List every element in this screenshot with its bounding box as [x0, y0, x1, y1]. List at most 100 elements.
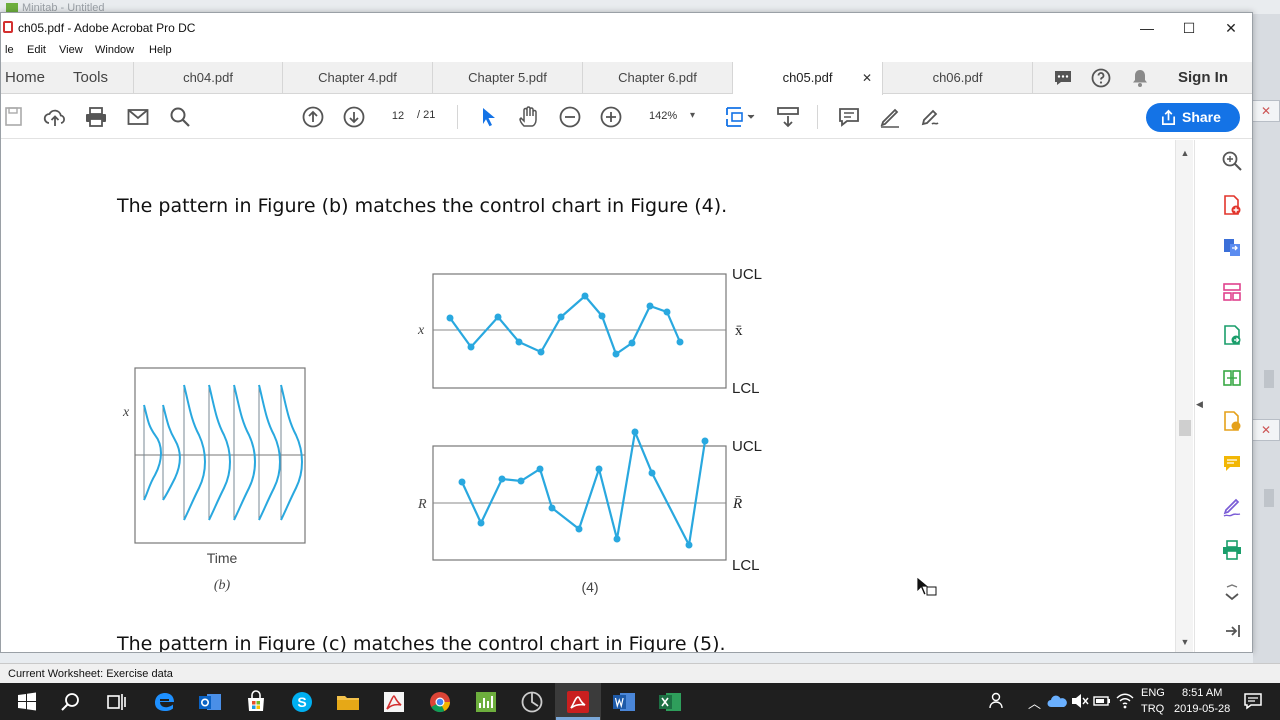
- tray-expand-icon[interactable]: ︿: [1028, 693, 1041, 712]
- tab-chapter6[interactable]: Chapter 6.pdf: [583, 62, 733, 94]
- acrobat-pro-icon[interactable]: [565, 689, 591, 715]
- document-view[interactable]: The pattern in Figure (b) matches the co…: [5, 140, 1173, 652]
- comment-tool-icon[interactable]: [1221, 453, 1243, 475]
- wifi-icon[interactable]: [1115, 692, 1135, 710]
- close-button[interactable]: ✕: [1209, 13, 1253, 43]
- edit-pdf-icon[interactable]: [1221, 324, 1243, 346]
- r-lcl-label: LCL: [732, 557, 760, 574]
- minimize-button[interactable]: —: [1125, 13, 1169, 43]
- nav-tools[interactable]: Tools: [73, 62, 108, 94]
- tab-label: Chapter 6.pdf: [618, 70, 697, 85]
- fit-page-icon[interactable]: [723, 105, 757, 129]
- background-scroll-thumb[interactable]: [1264, 489, 1274, 507]
- nav-home[interactable]: Home: [5, 62, 45, 94]
- request-signatures-icon[interactable]: [1221, 410, 1243, 432]
- chrome-icon[interactable]: [427, 689, 453, 715]
- zoom-search-icon[interactable]: [1221, 150, 1243, 172]
- skype-icon[interactable]: S: [289, 689, 315, 715]
- next-page-icon[interactable]: [342, 105, 366, 129]
- page-number-input[interactable]: 12: [383, 105, 413, 127]
- page-total: / 21: [417, 109, 436, 121]
- collapse-pane-icon[interactable]: ◀: [1196, 399, 1203, 410]
- maximize-button[interactable]: ☐: [1167, 13, 1211, 43]
- email-icon[interactable]: [126, 105, 150, 129]
- keyboard-layout[interactable]: TRQ: [1141, 703, 1164, 715]
- scroll-mode-icon[interactable]: [776, 105, 800, 129]
- notifications-icon[interactable]: [1243, 691, 1263, 711]
- background-scroll-thumb[interactable]: [1264, 370, 1274, 388]
- upload-cloud-icon[interactable]: [43, 105, 67, 129]
- tab-chapter4[interactable]: Chapter 4.pdf: [283, 62, 433, 94]
- clock-time[interactable]: 8:51 AM: [1182, 687, 1222, 699]
- file-explorer-icon[interactable]: [335, 689, 361, 715]
- battery-icon[interactable]: [1092, 692, 1112, 710]
- menu-bar: le Edit View Window Help: [1, 43, 1252, 61]
- figure-b-xlabel: Time: [207, 550, 238, 566]
- tab-ch05[interactable]: ch05.pdf ✕: [733, 62, 883, 95]
- menu-help[interactable]: Help: [149, 44, 172, 56]
- r-center-label: R̄: [732, 496, 742, 512]
- excel-icon[interactable]: [657, 689, 683, 715]
- zoom-select[interactable]: 142%: [639, 105, 703, 127]
- print-icon[interactable]: [84, 105, 108, 129]
- tab-chapter5[interactable]: Chapter 5.pdf: [433, 62, 583, 94]
- figure-b-ylabel: x: [122, 405, 130, 420]
- edge-browser-icon[interactable]: [151, 689, 177, 715]
- menu-window[interactable]: Window: [95, 44, 134, 56]
- figure-b-distribution-plot: x Time (b): [122, 367, 306, 593]
- store-icon[interactable]: [243, 689, 269, 715]
- combine-files-icon[interactable]: [1221, 367, 1243, 389]
- create-pdf-icon[interactable]: [1221, 194, 1243, 216]
- highlight-pen-icon[interactable]: [878, 105, 902, 129]
- print-production-icon[interactable]: [1221, 539, 1243, 561]
- select-cursor-icon[interactable]: [477, 105, 501, 129]
- vertical-scrollbar[interactable]: ▲ ▼: [1175, 140, 1193, 652]
- app-icon[interactable]: [519, 689, 545, 715]
- background-window-close-icon[interactable]: ✕: [1252, 419, 1280, 441]
- add-comment-icon[interactable]: [837, 105, 861, 129]
- volume-icon[interactable]: [1070, 692, 1090, 710]
- zoom-out-icon[interactable]: [558, 105, 582, 129]
- scroll-up-icon[interactable]: ▲: [1176, 148, 1194, 162]
- share-button[interactable]: Share: [1146, 103, 1240, 132]
- windows-taskbar: S ︿ ENG TRQ 8:51 AM 2019-05-28: [0, 683, 1280, 720]
- background-minitab-panel: ✕ ✕: [1252, 14, 1280, 664]
- word-icon[interactable]: [611, 689, 637, 715]
- export-pdf-icon[interactable]: [1221, 236, 1243, 258]
- menu-edit[interactable]: Edit: [27, 44, 46, 56]
- bell-icon[interactable]: [1130, 68, 1150, 88]
- menu-file[interactable]: le: [5, 44, 14, 56]
- more-tools-chevron-icon[interactable]: [1221, 583, 1243, 605]
- onedrive-icon[interactable]: [1047, 692, 1067, 710]
- search-icon[interactable]: [168, 105, 192, 129]
- previous-page-icon[interactable]: [301, 105, 325, 129]
- comment-icon[interactable]: [1053, 68, 1073, 88]
- xbar-lcl-label: LCL: [732, 380, 760, 397]
- people-icon[interactable]: [988, 690, 1010, 712]
- outlook-icon[interactable]: [197, 689, 223, 715]
- zoom-in-icon[interactable]: [599, 105, 623, 129]
- fill-sign-icon[interactable]: [1221, 496, 1243, 518]
- tab-close-icon[interactable]: ✕: [862, 62, 872, 94]
- organize-pages-icon[interactable]: [1221, 281, 1243, 303]
- sign-icon[interactable]: [919, 105, 943, 129]
- scroll-thumb[interactable]: [1179, 420, 1191, 436]
- windows-start-icon[interactable]: [14, 689, 40, 715]
- save-icon[interactable]: [3, 105, 27, 129]
- tab-ch04[interactable]: ch04.pdf: [133, 62, 283, 94]
- minitab-icon[interactable]: [473, 689, 499, 715]
- scroll-down-icon[interactable]: ▼: [1176, 637, 1194, 651]
- input-language[interactable]: ENG: [1141, 687, 1165, 699]
- help-icon[interactable]: [1091, 68, 1111, 88]
- background-window-close-icon[interactable]: ✕: [1252, 100, 1280, 122]
- hand-tool-icon[interactable]: [517, 105, 541, 129]
- search-icon[interactable]: [58, 689, 84, 715]
- sign-in-link[interactable]: Sign In: [1178, 62, 1228, 94]
- tab-ch06[interactable]: ch06.pdf: [883, 62, 1033, 94]
- acrobat-reader-icon[interactable]: [381, 689, 407, 715]
- menu-view[interactable]: View: [59, 44, 83, 56]
- task-view-icon[interactable]: [103, 689, 129, 715]
- document-text-line: The pattern in Figure (c) matches the co…: [117, 633, 726, 652]
- expand-pane-icon[interactable]: [1221, 620, 1243, 642]
- clock-date[interactable]: 2019-05-28: [1174, 703, 1230, 715]
